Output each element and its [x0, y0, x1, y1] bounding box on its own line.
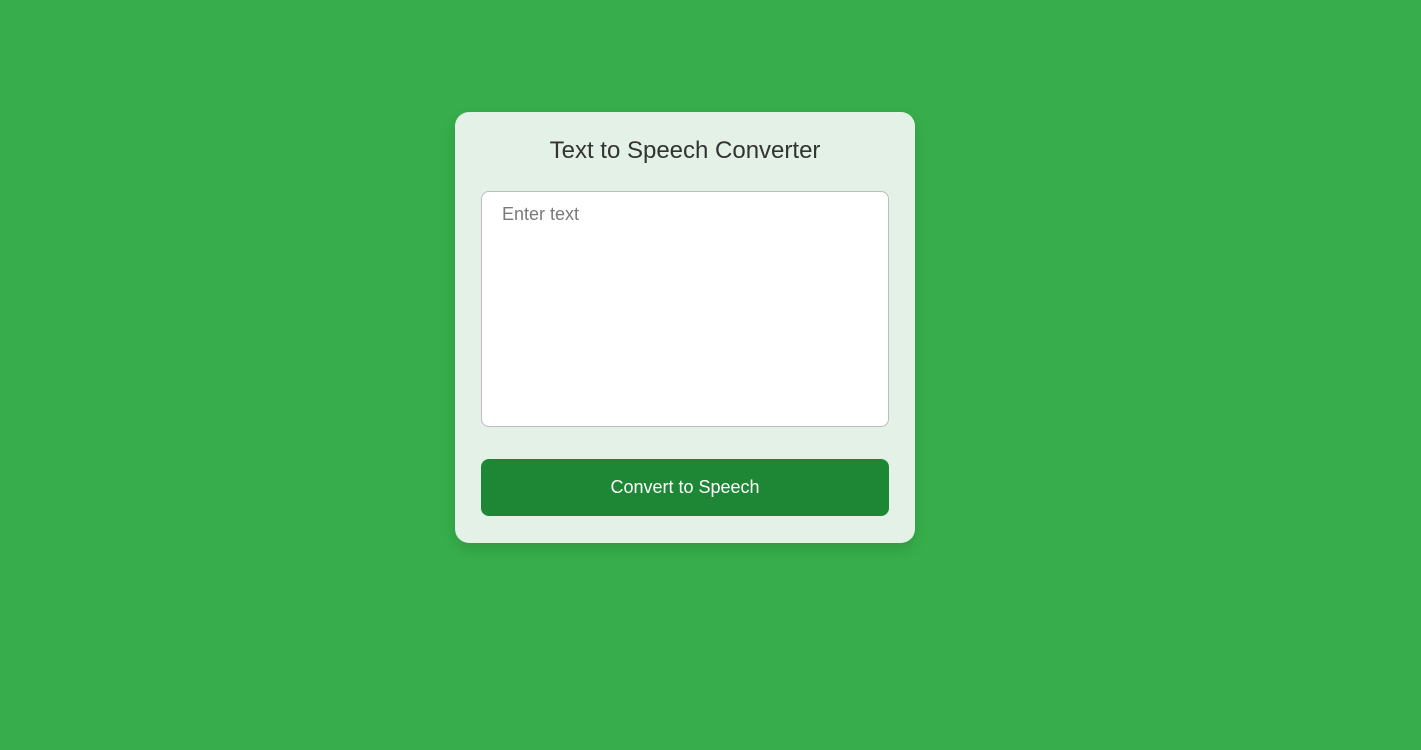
- page-background: { "colors": { "background": "#37ae4b", "…: [0, 0, 1421, 750]
- page-title: Text to Speech Converter: [549, 137, 821, 164]
- convert-to-speech-button[interactable]: Convert to Speech: [481, 459, 889, 516]
- converter-card: Text to Speech Converter Convert to Spee…: [455, 112, 915, 543]
- text-input[interactable]: [481, 191, 889, 427]
